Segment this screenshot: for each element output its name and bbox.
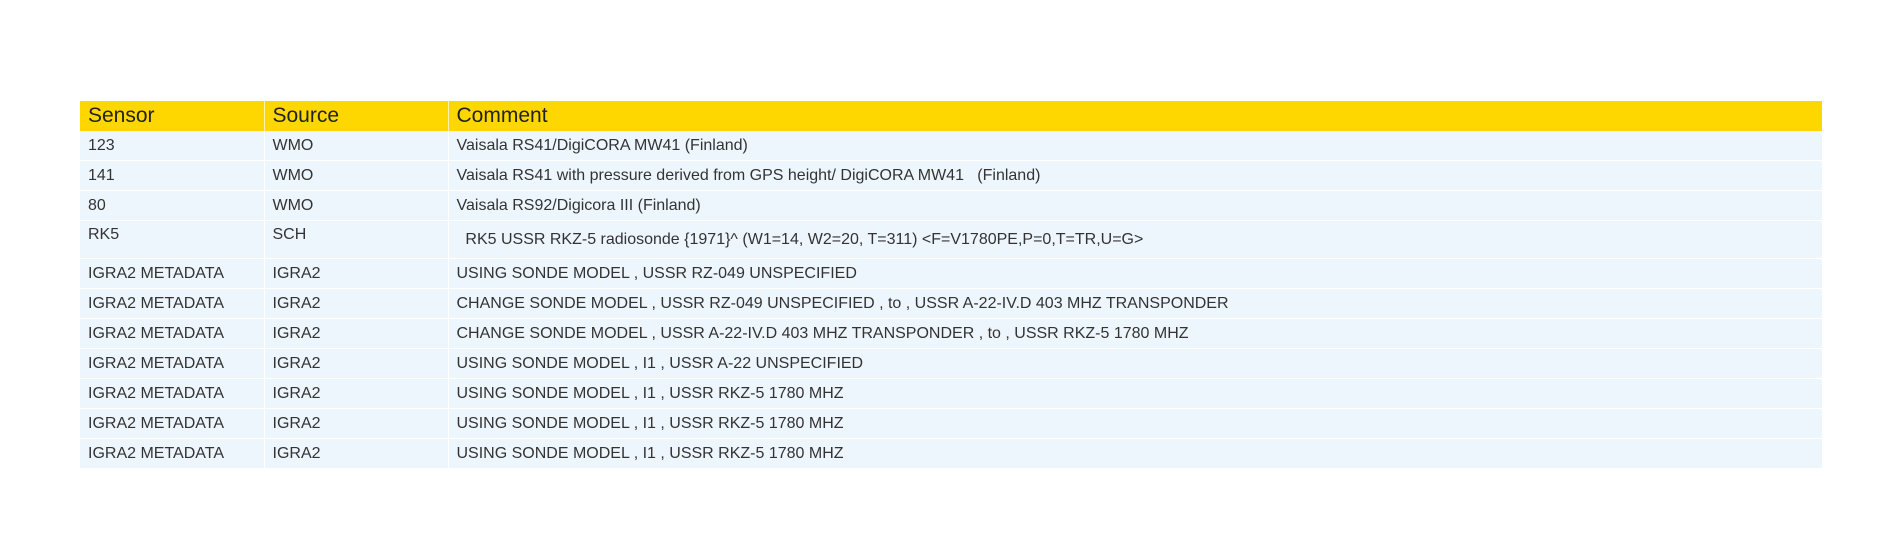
cell-source: IGRA2 (264, 378, 449, 409)
cell-source: WMO (264, 131, 449, 161)
table-header: Sensor Source Comment (80, 101, 1822, 131)
cell-source: IGRA2 (264, 408, 449, 439)
table-row: IGRA2 METADATA IGRA2 USING SONDE MODEL ,… (80, 438, 1822, 469)
cell-sensor: IGRA2 METADATA (80, 438, 265, 469)
table-row: IGRA2 METADATA IGRA2 USING SONDE MODEL ,… (80, 408, 1822, 439)
table-row: 80 WMO Vaisala RS92/Digicora III (Finlan… (80, 190, 1822, 221)
cell-sensor: IGRA2 METADATA (80, 378, 265, 409)
cell-sensor: RK5 (80, 220, 265, 259)
cell-sensor: IGRA2 METADATA (80, 348, 265, 379)
cell-comment: USING SONDE MODEL , I1 , USSR RKZ-5 1780… (448, 378, 1822, 409)
cell-source: IGRA2 (264, 348, 449, 379)
sensor-table: Sensor Source Comment 123 WMO Vaisala RS… (80, 101, 1822, 469)
cell-comment: Vaisala RS92/Digicora III (Finland) (448, 190, 1822, 221)
cell-sensor: 123 (80, 131, 265, 161)
column-header-source[interactable]: Source (264, 101, 449, 131)
cell-source: WMO (264, 190, 449, 221)
cell-comment: Vaisala RS41/DigiCORA MW41 (Finland) (448, 131, 1822, 161)
cell-sensor: 80 (80, 190, 265, 221)
cell-comment: USING SONDE MODEL , I1 , USSR A-22 UNSPE… (448, 348, 1822, 379)
cell-source: WMO (264, 160, 449, 191)
table-row: IGRA2 METADATA IGRA2 USING SONDE MODEL ,… (80, 258, 1822, 289)
header-row: Sensor Source Comment (80, 101, 1822, 131)
table-row: IGRA2 METADATA IGRA2 USING SONDE MODEL ,… (80, 378, 1822, 409)
table-row: 141 WMO Vaisala RS41 with pressure deriv… (80, 160, 1822, 191)
cell-comment: CHANGE SONDE MODEL , USSR A-22-IV.D 403 … (448, 318, 1822, 349)
table-row: IGRA2 METADATA IGRA2 CHANGE SONDE MODEL … (80, 318, 1822, 349)
table-row: RK5 SCH RK5 USSR RKZ-5 radiosonde {1971}… (80, 220, 1822, 259)
cell-source: IGRA2 (264, 258, 449, 289)
column-header-sensor[interactable]: Sensor (80, 101, 265, 131)
table-row: 123 WMO Vaisala RS41/DigiCORA MW41 (Finl… (80, 131, 1822, 161)
cell-sensor: IGRA2 METADATA (80, 258, 265, 289)
cell-comment: CHANGE SONDE MODEL , USSR RZ-049 UNSPECI… (448, 288, 1822, 319)
cell-sensor: IGRA2 METADATA (80, 408, 265, 439)
cell-comment: USING SONDE MODEL , I1 , USSR RKZ-5 1780… (448, 408, 1822, 439)
cell-sensor: IGRA2 METADATA (80, 318, 265, 349)
table-body: 123 WMO Vaisala RS41/DigiCORA MW41 (Finl… (80, 131, 1822, 469)
table-row: IGRA2 METADATA IGRA2 CHANGE SONDE MODEL … (80, 288, 1822, 319)
cell-sensor: IGRA2 METADATA (80, 288, 265, 319)
sensor-table-container: Sensor Source Comment 123 WMO Vaisala RS… (80, 101, 1822, 469)
cell-comment: USING SONDE MODEL , I1 , USSR RKZ-5 1780… (448, 438, 1822, 469)
cell-source: IGRA2 (264, 288, 449, 319)
cell-source: IGRA2 (264, 318, 449, 349)
cell-source: SCH (264, 220, 449, 259)
cell-source: IGRA2 (264, 438, 449, 469)
cell-comment: RK5 USSR RKZ-5 radiosonde {1971}^ (W1=14… (448, 220, 1822, 259)
cell-sensor: 141 (80, 160, 265, 191)
cell-comment: USING SONDE MODEL , USSR RZ-049 UNSPECIF… (448, 258, 1822, 289)
table-row: IGRA2 METADATA IGRA2 USING SONDE MODEL ,… (80, 348, 1822, 379)
cell-comment: Vaisala RS41 with pressure derived from … (448, 160, 1822, 191)
column-header-comment[interactable]: Comment (448, 101, 1822, 131)
